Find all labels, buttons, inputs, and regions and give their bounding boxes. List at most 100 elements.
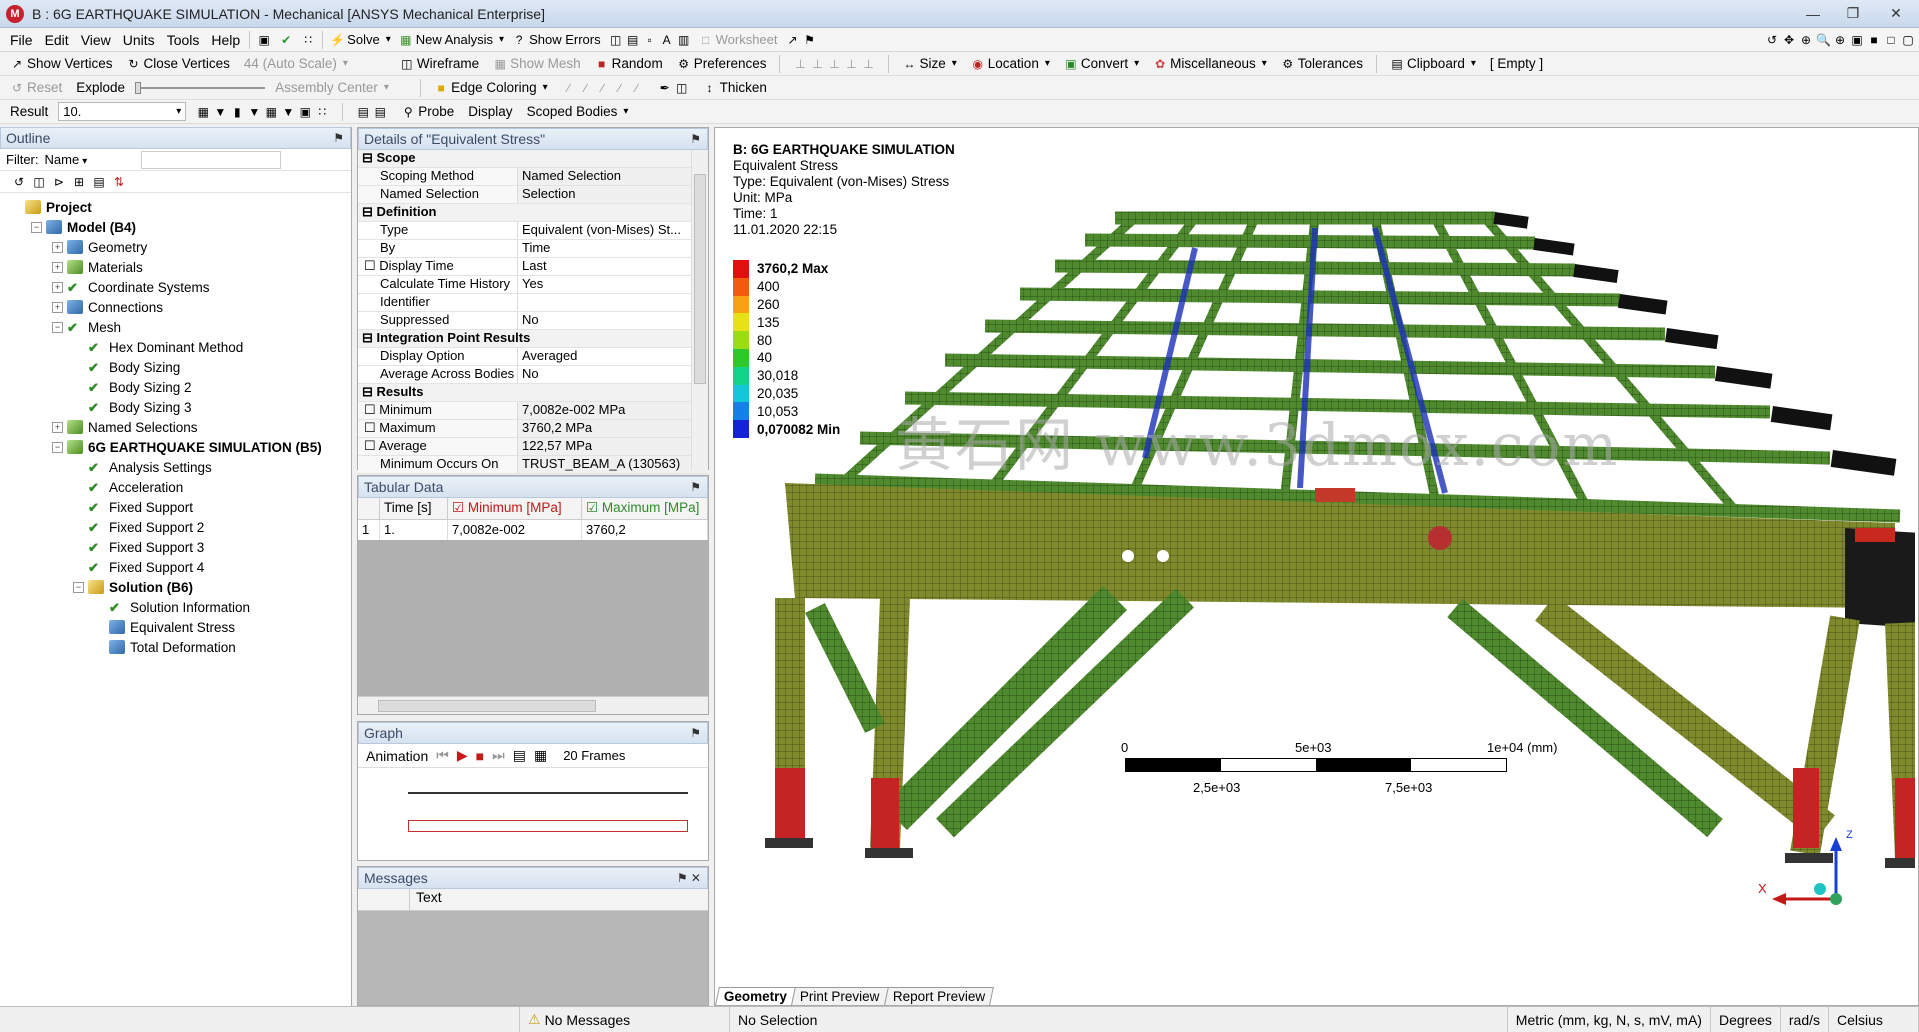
col-maximum[interactable]: ☑ Maximum [MPa]: [582, 498, 708, 519]
menu-units[interactable]: Units: [117, 30, 161, 50]
expand-icon[interactable]: ⊳: [52, 175, 66, 189]
details-row[interactable]: Suppressed No: [358, 312, 708, 330]
show-mesh-button[interactable]: ▦ Show Mesh: [489, 55, 585, 72]
details-value[interactable]: Equivalent (von-Mises) St...: [518, 222, 708, 239]
size-dropdown[interactable]: ↔ Size: [898, 55, 960, 72]
details-row[interactable]: ☐ Minimum 7,0082e-002 MPa: [358, 402, 708, 420]
details-section[interactable]: ⊟ Definition: [358, 204, 708, 222]
auto-scale-dropdown[interactable]: 44 (Auto Scale): [240, 55, 390, 72]
details-value[interactable]: No: [518, 312, 708, 329]
details-row[interactable]: Scoping Method Named Selection: [358, 168, 708, 186]
details-section[interactable]: ⊟ Integration Point Results: [358, 330, 708, 348]
graphics-viewer[interactable]: B: 6G EARTHQUAKE SIMULATION Equivalent St…: [714, 127, 1919, 1006]
pointer-icon[interactable]: ↗ ⚑: [782, 32, 821, 48]
clipboard-dropdown[interactable]: ▤ Clipboard: [1386, 55, 1480, 72]
details-value[interactable]: Yes: [518, 276, 708, 293]
details-scrollbar[interactable]: [691, 150, 708, 469]
tree-node[interactable]: + Named Selections: [0, 417, 351, 437]
close-vertices-button[interactable]: ↻ Close Vertices: [123, 55, 234, 72]
solve-button[interactable]: ⚡ Solve: [326, 31, 395, 48]
tree-node[interactable]: Project: [0, 197, 351, 217]
tolerances-button[interactable]: ⚙ Tolerances: [1277, 55, 1367, 72]
details-section[interactable]: ⊟ Scope: [358, 150, 708, 168]
random-button[interactable]: ■ Random: [591, 55, 667, 72]
align-tools-group[interactable]: ⊥ ⊥ ⊥ ⊥ ⊥: [789, 56, 879, 72]
restore-button[interactable]: ❐: [1833, 2, 1873, 26]
col-minimum[interactable]: ☑ Minimum [MPa]: [448, 498, 582, 519]
expand-toggle-icon[interactable]: +: [52, 281, 63, 293]
details-value[interactable]: TRUST_BEAM_A (130563): [518, 456, 708, 473]
tree-node[interactable]: ✔ Hex Dominant Method: [0, 337, 351, 357]
menu-view[interactable]: View: [75, 30, 117, 50]
scroll-thumb[interactable]: [694, 174, 706, 384]
graph-range-bar[interactable]: [408, 820, 688, 832]
details-value[interactable]: Last: [518, 258, 708, 275]
expand-toggle-icon[interactable]: +: [52, 421, 63, 433]
details-value[interactable]: Averaged: [518, 348, 708, 365]
folder-icon[interactable]: ▤: [92, 175, 106, 189]
assembly-center-dropdown[interactable]: Assembly Center: [271, 79, 411, 96]
view-tools-group[interactable]: ↺ ✥ ⊕ 🔍 ⊕ ▣ ■ □ ▢: [1761, 32, 1919, 48]
play-icon[interactable]: ▶: [457, 747, 468, 764]
tree-node[interactable]: ✔ Solution Information: [0, 597, 351, 617]
status-angle[interactable]: Degrees: [1711, 1007, 1781, 1032]
graph-timeline[interactable]: [408, 792, 688, 794]
tree-node[interactable]: Equivalent Stress: [0, 617, 351, 637]
tab-report-preview[interactable]: Report Preview: [883, 987, 994, 1005]
details-row[interactable]: Named Selection Selection: [358, 186, 708, 204]
new-analysis-button[interactable]: ▦ New Analysis: [395, 31, 508, 48]
check-icon[interactable]: ✔: [275, 32, 297, 48]
tree-node[interactable]: − Model (B4): [0, 217, 351, 237]
details-value[interactable]: [518, 294, 708, 311]
details-section[interactable]: ⊟ Results: [358, 384, 708, 402]
tree-plus-icon[interactable]: ⊞: [72, 175, 86, 189]
filter-input[interactable]: [140, 150, 281, 169]
display-dropdown[interactable]: Scoped Bodies: [523, 103, 633, 120]
miscellaneous-dropdown[interactable]: ✿ Miscellaneous: [1149, 55, 1271, 72]
minimize-button[interactable]: —: [1793, 2, 1833, 26]
tab-print-preview[interactable]: Print Preview: [791, 987, 889, 1005]
filter-dropdown[interactable]: Name: [45, 152, 135, 167]
sort-icon[interactable]: ⇅: [112, 175, 126, 189]
tree-node[interactable]: + Connections: [0, 297, 351, 317]
max-min-icons[interactable]: ▤ ▤: [352, 104, 391, 120]
stop-icon[interactable]: ■: [476, 748, 484, 764]
menu-help[interactable]: Help: [205, 30, 246, 50]
tree-node[interactable]: − Solution (B6): [0, 577, 351, 597]
details-value[interactable]: 122,57 MPa: [518, 438, 708, 455]
edge-coloring-dropdown[interactable]: ■ Edge Coloring: [430, 79, 552, 96]
details-row[interactable]: Minimum Occurs On TRUST_BEAM_A (130563): [358, 456, 708, 474]
last-frame-icon[interactable]: ⏭: [492, 747, 505, 764]
expand-toggle-icon[interactable]: −: [52, 441, 63, 453]
wireframe-button[interactable]: ◫ Wireframe: [396, 55, 483, 72]
show-vertices-button[interactable]: ↗ Show Vertices: [6, 55, 117, 72]
expand-toggle-icon[interactable]: +: [52, 241, 63, 253]
status-messages[interactable]: ⚠ No Messages: [520, 1007, 730, 1032]
menu-edit[interactable]: Edit: [39, 30, 75, 50]
explode-slider[interactable]: [135, 81, 266, 94]
status-units[interactable]: Metric (mm, kg, N, s, mV, mA): [1508, 1007, 1711, 1032]
details-value[interactable]: 3760,2 MPa: [518, 420, 708, 437]
tree-node[interactable]: + ✔ Coordinate Systems: [0, 277, 351, 297]
tree-node[interactable]: Total Deformation: [0, 637, 351, 657]
convert-dropdown[interactable]: ▣ Convert: [1060, 55, 1143, 72]
parameter-checkbox[interactable]: ☐: [364, 402, 379, 417]
reset-button[interactable]: ↺ Reset: [6, 79, 66, 96]
frames-dropdown[interactable]: 20 Frames: [563, 748, 625, 763]
tree-node[interactable]: ✔ Fixed Support 3: [0, 537, 351, 557]
details-row[interactable]: Display Option Averaged: [358, 348, 708, 366]
probe-button[interactable]: ⚲ Probe: [397, 103, 458, 120]
model-view[interactable]: [715, 128, 1915, 948]
tree-node[interactable]: ✔ Fixed Support 4: [0, 557, 351, 577]
toolbar-icons-group[interactable]: ◫ ▤ ▫ A ▥: [605, 32, 695, 48]
select-icon[interactable]: ▣: [253, 32, 275, 48]
axis-triad[interactable]: X Z: [1758, 829, 1858, 919]
close-window-button[interactable]: ✕: [1873, 2, 1919, 26]
details-row[interactable]: ☐ Display Time Last: [358, 258, 708, 276]
pin-icon[interactable]: ⚑: [333, 131, 350, 145]
details-value[interactable]: 7,0082e-002 MPa: [518, 402, 708, 419]
show-errors-button[interactable]: ? Show Errors: [508, 31, 605, 48]
parameter-checkbox[interactable]: ☐: [364, 438, 379, 453]
pin-icon[interactable]: ⚑: [690, 480, 707, 494]
tree-node[interactable]: ✔ Fixed Support 2: [0, 517, 351, 537]
